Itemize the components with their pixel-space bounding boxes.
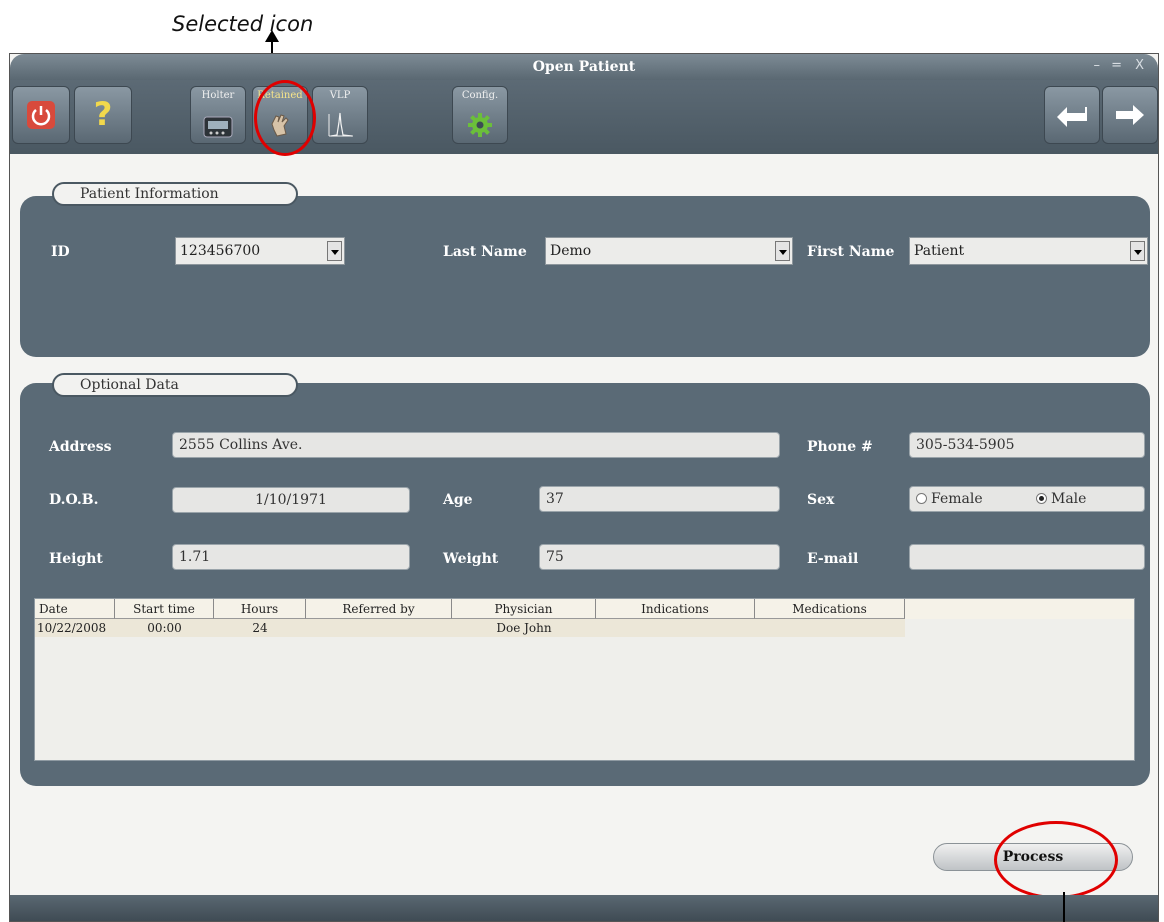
column-header-medications[interactable]: Medications — [755, 599, 905, 619]
selected-icon-highlight — [254, 80, 316, 156]
dob-field[interactable]: 1/10/1971 — [172, 487, 410, 513]
id-label: ID — [51, 244, 70, 260]
cell-start-time: 00:00 — [147, 621, 182, 635]
column-header-hours[interactable]: Hours — [214, 599, 306, 619]
height-label: Height — [49, 551, 103, 567]
column-header-referred-by[interactable]: Referred by — [306, 599, 452, 619]
phone-label: Phone # — [807, 439, 873, 455]
radio-checked-icon — [1036, 493, 1047, 504]
holter-button[interactable]: Holter — [190, 86, 246, 144]
selected-icon-annotation: Selected icon — [172, 12, 314, 36]
dob-label: D.O.B. — [49, 492, 99, 508]
power-button[interactable] — [12, 86, 70, 144]
id-combo[interactable]: 123456700 — [175, 237, 345, 265]
address-field[interactable]: 2555 Collins Ave. — [172, 432, 780, 458]
sex-female-label: Female — [931, 491, 983, 507]
weight-label: Weight — [443, 551, 499, 567]
weight-field[interactable]: 75 — [539, 544, 780, 570]
last-name-combo[interactable]: Demo — [545, 237, 793, 265]
sex-female-radio[interactable]: Female — [916, 487, 983, 511]
minimize-button[interactable]: – — [1094, 58, 1101, 73]
annotation-pointer-line — [1063, 892, 1065, 922]
sex-radio-group: Female Male — [909, 486, 1145, 512]
address-label: Address — [49, 439, 112, 455]
sex-male-label: Male — [1051, 491, 1087, 507]
age-field[interactable]: 37 — [539, 486, 780, 512]
radio-unchecked-icon — [916, 493, 927, 504]
cell-physician: Doe John — [496, 621, 552, 635]
column-header-physician[interactable]: Physician — [452, 599, 596, 619]
vlp-waveform-icon — [328, 112, 353, 137]
patient-information-panel: Patient Information ID 123456700 Last Na… — [20, 182, 1150, 357]
patient-information-tab: Patient Information — [52, 182, 298, 206]
email-field[interactable] — [909, 544, 1145, 570]
recordings-table: Date Start time Hours Referred by Physic… — [34, 598, 1135, 761]
cell-referred-by — [306, 619, 452, 637]
last-name-label: Last Name — [443, 244, 527, 260]
column-header-date[interactable]: Date — [35, 599, 115, 619]
height-field[interactable]: 1.71 — [172, 544, 410, 570]
vlp-label: VLP — [329, 90, 351, 101]
back-button[interactable] — [1044, 86, 1100, 144]
sex-label: Sex — [807, 492, 835, 508]
cell-date: 10/22/2008 — [37, 621, 107, 635]
gear-icon — [468, 113, 492, 137]
email-label: E-mail — [807, 551, 859, 567]
window-title: Open Patient — [532, 59, 636, 75]
title-bar: Open Patient – = X — [10, 54, 1158, 80]
maximize-button[interactable]: = — [1111, 58, 1122, 73]
config-label: Config. — [461, 90, 499, 101]
chevron-down-icon[interactable] — [775, 241, 790, 261]
holter-recorder-icon — [203, 116, 233, 138]
last-name-value: Demo — [550, 243, 592, 259]
back-arrow-icon — [1057, 107, 1087, 127]
id-value: 123456700 — [180, 243, 261, 259]
table-row[interactable]: 10/22/2008 00:00 24 Doe John — [35, 619, 905, 637]
close-button[interactable]: X — [1135, 58, 1144, 73]
chevron-down-icon[interactable] — [1130, 241, 1145, 261]
phone-field[interactable]: 305-534-5905 — [909, 432, 1145, 458]
optional-data-tab: Optional Data — [52, 373, 298, 397]
config-button[interactable]: Config. — [452, 86, 508, 144]
help-button[interactable]: ? — [74, 86, 132, 144]
cell-medications — [755, 619, 905, 637]
table-header: Date Start time Hours Referred by Physic… — [35, 599, 1134, 619]
age-label: Age — [443, 492, 473, 508]
holter-label: Holter — [201, 90, 235, 101]
toolbar: ? Holter Retained VLP Config. — [10, 80, 1158, 156]
column-header-indications[interactable]: Indications — [596, 599, 755, 619]
cell-hours: 24 — [252, 621, 268, 635]
first-name-combo[interactable]: Patient — [909, 237, 1148, 265]
forward-arrow-icon — [1116, 105, 1144, 125]
status-bar — [10, 895, 1158, 921]
open-patient-window: Open Patient – = X ? Holter Retained VLP… — [9, 53, 1159, 922]
vlp-button[interactable]: VLP — [312, 86, 368, 144]
process-highlight — [994, 821, 1118, 899]
column-header-start-time[interactable]: Start time — [115, 599, 214, 619]
patient-information-tab-label: Patient Information — [80, 186, 219, 202]
chevron-down-icon[interactable] — [327, 241, 342, 261]
cell-indications — [596, 619, 755, 637]
sex-male-radio[interactable]: Male — [1036, 487, 1086, 511]
forward-button[interactable] — [1102, 86, 1158, 144]
power-icon — [27, 101, 55, 129]
first-name-value: Patient — [914, 243, 965, 259]
optional-data-tab-label: Optional Data — [80, 377, 179, 393]
first-name-label: First Name — [807, 244, 895, 260]
help-icon: ? — [93, 95, 113, 133]
